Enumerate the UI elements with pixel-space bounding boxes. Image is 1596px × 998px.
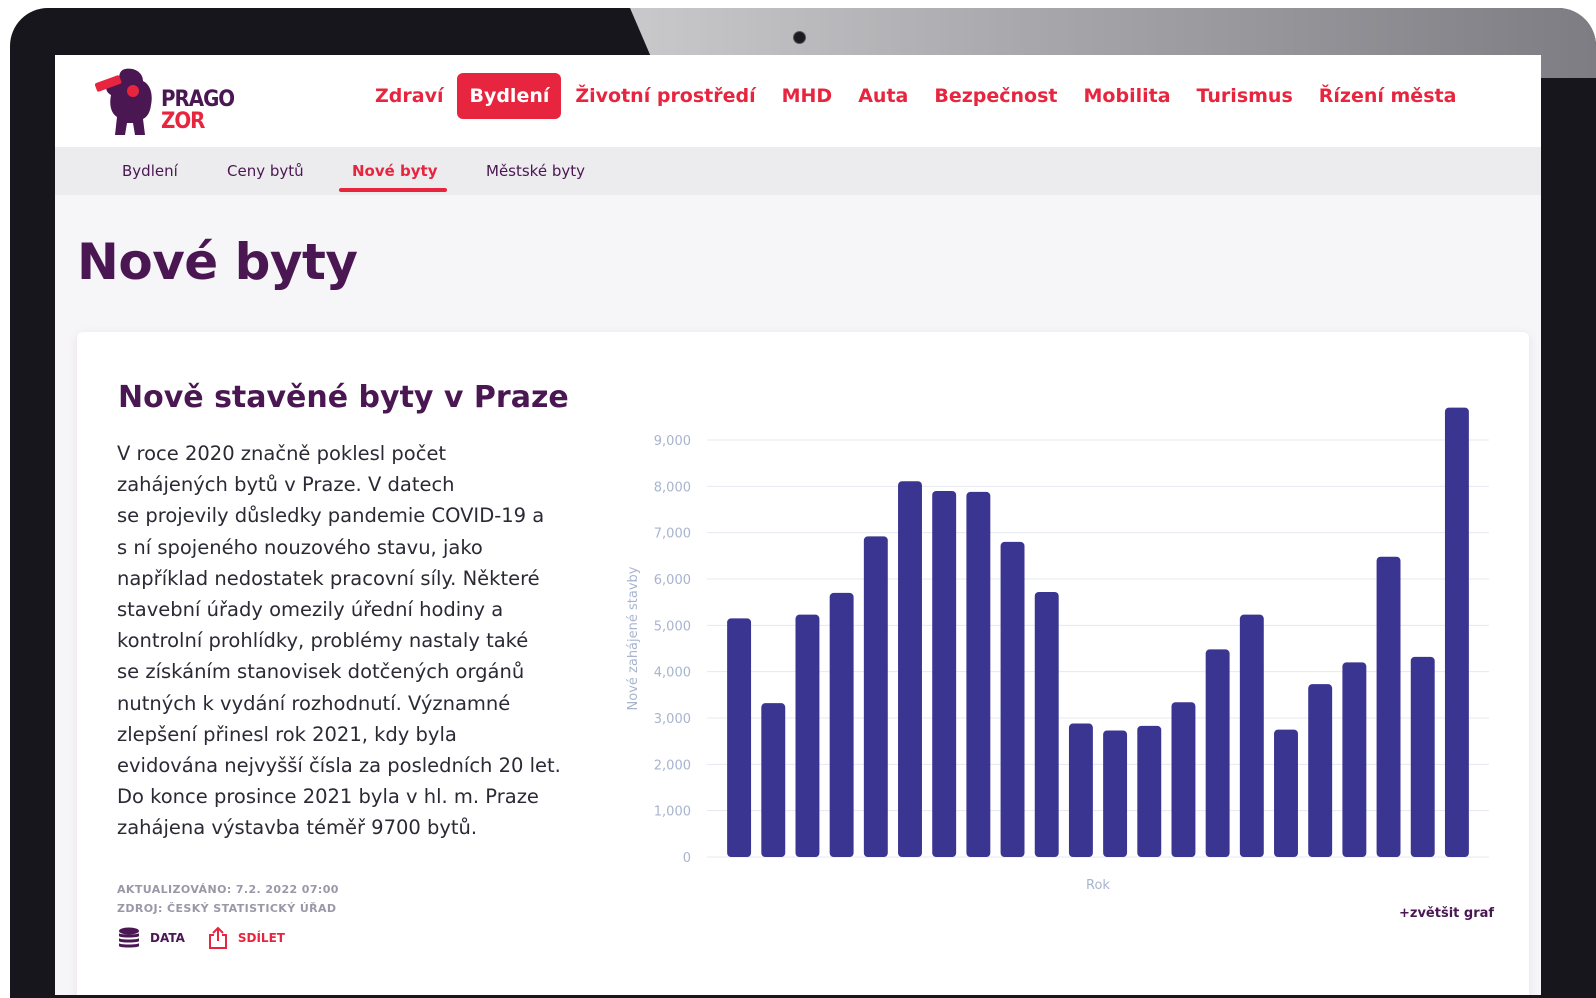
y-tick-label: 4,000 [654, 666, 691, 681]
bar[interactable] [1103, 730, 1128, 857]
nav-item-mobilita[interactable]: Mobilita [1072, 73, 1183, 119]
bar[interactable] [1171, 702, 1196, 857]
page-title: Nové byty [77, 233, 358, 291]
database-icon [119, 927, 139, 948]
card-title: Nově stavěné byty v Praze [118, 380, 569, 415]
text-line: zahájených bytů v Praze. V datech [117, 473, 455, 497]
nav-item-rizeni-mesta[interactable]: Řízení města [1307, 73, 1469, 119]
laptop-frame: PRAGO ZOR Zdraví Bydlení Životní prostře… [10, 8, 1596, 998]
bar[interactable] [1410, 656, 1435, 857]
logo-text: PRAGO ZOR [161, 87, 235, 134]
subnav-item-bydleni[interactable]: Bydlení [122, 147, 178, 195]
text-line: zahájena výstavba téměř 9700 bytů. [117, 816, 478, 840]
logo-gorilla-icon [94, 68, 152, 135]
bar[interactable] [795, 614, 820, 857]
subnav-item-mestske-byty[interactable]: Městské byty [486, 147, 585, 195]
bar[interactable] [1000, 541, 1025, 857]
screen: PRAGO ZOR Zdraví Bydlení Životní prostře… [55, 55, 1541, 995]
bar[interactable] [1444, 407, 1469, 857]
y-tick-label: 1,000 [654, 805, 691, 820]
bar[interactable] [863, 536, 888, 857]
bar[interactable] [1137, 725, 1162, 857]
text-line: se projevily důsledky pandemie COVID-19 … [117, 504, 545, 528]
bar[interactable] [1068, 723, 1093, 857]
y-tick-label: 3,000 [654, 712, 691, 727]
bar-chart: 0 1,000 2,000 3,000 4,000 5,000 6,000 7,000 8,00… [626, 407, 1489, 893]
y-tick-label: 7,000 [654, 527, 691, 542]
camera-icon [793, 31, 806, 44]
top-navigation: PRAGO ZOR Zdraví Bydlení Životní prostře… [55, 55, 1541, 147]
bar[interactable] [1308, 684, 1333, 857]
content-card: Nově stavěné byty v Praze V roce 2020 zn… [77, 332, 1529, 995]
data-source: ZDROJ: ČESKÝ STATISTICKÝ ÚŘAD [117, 902, 337, 915]
y-tick-label: 9,000 [654, 434, 691, 449]
updated-timestamp: AKTUALIZOVÁNO: 7.2. 2022 07:00 [117, 883, 339, 896]
text-line: kontrolní prohlídky, problémy nastaly ta… [117, 629, 529, 653]
bar[interactable] [1239, 614, 1264, 857]
bar[interactable] [1034, 591, 1059, 857]
meta-info: AKTUALIZOVÁNO: 7.2. 2022 07:00 ZDROJ: ČE… [117, 880, 339, 918]
enlarge-chart-link[interactable]: +zvětšit graf [1399, 906, 1494, 921]
bar[interactable] [761, 703, 786, 857]
y-axis-title: Nové zahájené stavby [626, 566, 641, 710]
bar[interactable] [829, 592, 854, 857]
main-nav: Zdraví Bydlení Životní prostředí MHD Aut… [363, 73, 1470, 119]
bar[interactable] [1376, 556, 1401, 857]
text-line: Do konce prosince 2021 byla v hl. m. Pra… [117, 785, 539, 809]
text-line: s ní spojeného nouzového stavu, jako [117, 535, 483, 559]
y-tick-label: 0 [683, 851, 691, 866]
share-button-label: SDÍLET [237, 931, 285, 945]
bar[interactable] [1274, 729, 1298, 857]
text-line: se získáním stanovisek dotčených orgánů [117, 660, 525, 684]
text-line: zlepšení přinesl rok 2021, kdy byla [117, 722, 457, 746]
y-tick-label: 5,000 [654, 619, 691, 634]
bar[interactable] [966, 491, 991, 857]
nav-item-bydleni[interactable]: Bydlení [457, 73, 562, 119]
bar[interactable] [1205, 649, 1230, 857]
nav-item-bezpecnost[interactable]: Bezpečnost [922, 73, 1069, 119]
active-tab-indicator [339, 188, 447, 192]
nav-item-auta[interactable]: Auta [846, 73, 920, 119]
text-line: například nedostatek pracovní síly. Někt… [117, 566, 540, 590]
data-button-label: DATA [150, 931, 185, 945]
share-icon [208, 926, 227, 949]
nav-item-mhd[interactable]: MHD [770, 73, 845, 119]
sub-navigation: Bydlení Ceny bytů Nové byty Městské byty [55, 147, 1541, 195]
y-tick-label: 8,000 [654, 480, 691, 495]
x-axis-title: Rok [1086, 878, 1110, 893]
y-tick-label: 2,000 [654, 758, 691, 773]
text-line: nutných k vydání rozhodnutí. Významné [117, 691, 511, 715]
site-logo[interactable]: PRAGO ZOR [94, 65, 235, 139]
data-button[interactable]: DATA [117, 927, 185, 949]
bar[interactable] [1342, 662, 1367, 857]
nav-item-zdravi[interactable]: Zdraví [363, 73, 455, 119]
logo-line2: ZOR [161, 109, 205, 134]
share-button[interactable]: SDÍLET [207, 926, 285, 950]
bar[interactable] [932, 490, 957, 857]
bar[interactable] [898, 481, 922, 857]
subnav-item-ceny-bytu[interactable]: Ceny bytů [227, 147, 304, 195]
text-line: evidována nejvyšší čísla za posledních 2… [117, 754, 561, 778]
logo-line1: PRAGO [161, 87, 235, 112]
card-actions: DATA SDÍLET [117, 926, 307, 950]
text-line: stavební úřady omezily úřední hodiny a [117, 598, 504, 622]
card-description: V roce 2020 značně poklesl počet zahájen… [117, 438, 577, 844]
nav-item-zivotni-prostredi[interactable]: Životní prostředí [563, 73, 767, 119]
text-line: V roce 2020 značně poklesl počet [117, 442, 447, 465]
bar[interactable] [727, 618, 752, 857]
nav-item-turismus[interactable]: Turismus [1185, 73, 1305, 119]
y-tick-label: 6,000 [654, 573, 691, 588]
